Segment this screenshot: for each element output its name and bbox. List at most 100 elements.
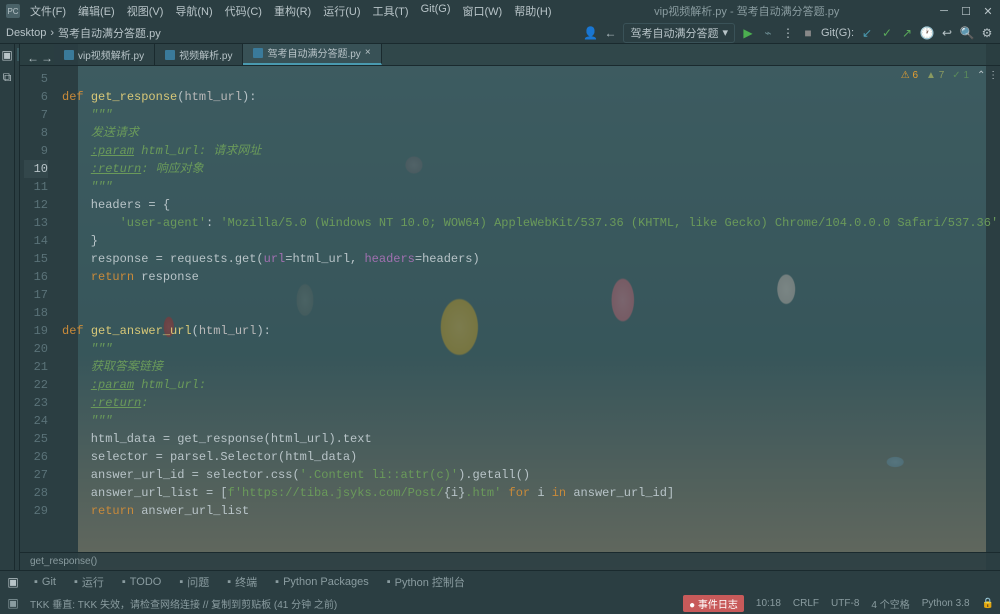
- navigation-toolbar: Desktop › 驾考自动满分答题.py 👤 ← 驾考自动满分答题 ▾ ▶ ⌁…: [0, 22, 1000, 44]
- code-line[interactable]: return response: [62, 268, 998, 286]
- code-line[interactable]: selector = parsel.Selector(html_data): [62, 448, 998, 466]
- line-separator[interactable]: CRLF: [793, 598, 819, 609]
- inspection-menu-icon[interactable]: ⌃ ⋮: [977, 70, 998, 81]
- menu-item[interactable]: 编辑(E): [74, 1, 119, 21]
- minimize-button[interactable]: ─: [938, 5, 950, 17]
- git-label: Git(G):: [821, 27, 854, 39]
- close-tab-icon[interactable]: ×: [365, 47, 371, 58]
- code-editor[interactable]: 5678910111213141516171819202122232425262…: [20, 66, 1000, 552]
- code-line[interactable]: return answer_url_list: [62, 502, 998, 520]
- chevron-right-icon: ›: [50, 27, 54, 39]
- bottom-tool-tabs: ▣ ▪Git▪运行▪TODO▪问题▪终端▪Python Packages▪Pyt…: [0, 570, 1000, 592]
- code-line[interactable]: html_data = get_response(html_url).text: [62, 430, 998, 448]
- code-line[interactable]: [62, 70, 998, 88]
- bottom-tool-tab[interactable]: ▪TODO: [118, 574, 165, 590]
- user-icon[interactable]: 👤: [583, 26, 597, 40]
- structure-tool-icon[interactable]: ⧉: [0, 70, 14, 84]
- editor-breadcrumb[interactable]: get_response(): [20, 552, 1000, 570]
- run-more-icon[interactable]: ⋮: [781, 26, 795, 40]
- code-line[interactable]: 'user-agent': 'Mozilla/5.0 (Windows NT 1…: [62, 214, 998, 232]
- code-line[interactable]: """: [62, 106, 998, 124]
- code-line[interactable]: def get_answer_url(html_url):: [62, 322, 998, 340]
- line-gutter[interactable]: 5678910111213141516171819202122232425262…: [20, 66, 56, 552]
- git-history-icon[interactable]: 🕐: [920, 26, 934, 40]
- bottom-tool-tab[interactable]: ▪运行: [70, 572, 108, 592]
- project-tool-icon[interactable]: ▣: [0, 48, 14, 62]
- code-line[interactable]: """: [62, 340, 998, 358]
- python-file-icon: [253, 48, 263, 58]
- run-button[interactable]: ▶: [741, 26, 755, 40]
- code-line[interactable]: [62, 286, 998, 304]
- lock-icon[interactable]: 🔒: [982, 598, 994, 609]
- editor-tab[interactable]: 视频解析.py: [155, 44, 243, 65]
- status-message: TKK 垂直: TKK 失效，请检查网络连接 // 复制到剪贴板 (41 分钟 …: [30, 596, 337, 611]
- code-line[interactable]: answer_url_id = selector.css('.Content l…: [62, 466, 998, 484]
- menu-item[interactable]: 重构(R): [270, 1, 315, 21]
- git-push-icon[interactable]: ↗: [900, 26, 914, 40]
- code-line[interactable]: :return:: [62, 394, 998, 412]
- tool-label: Python Packages: [283, 576, 369, 588]
- git-update-icon[interactable]: ↙: [860, 26, 874, 40]
- menu-item[interactable]: 工具(T): [369, 1, 413, 21]
- rollback-icon[interactable]: ↩: [940, 26, 954, 40]
- code-area[interactable]: def get_response(html_url): """ 发送请求 :pa…: [56, 66, 1000, 552]
- maximize-button[interactable]: ☐: [960, 5, 972, 17]
- code-line[interactable]: def get_response(html_url):: [62, 88, 998, 106]
- git-commit-icon[interactable]: ✓: [880, 26, 894, 40]
- bottom-tool-tab[interactable]: ▪Git: [30, 574, 60, 590]
- warnings-count[interactable]: ⚠ 6: [901, 70, 918, 81]
- code-line[interactable]: response = requests.get(url=html_url, he…: [62, 250, 998, 268]
- menu-item[interactable]: 视图(V): [123, 1, 168, 21]
- python-interpreter[interactable]: Python 3.8: [922, 598, 970, 609]
- indent-setting[interactable]: 4 个空格: [871, 596, 909, 611]
- nav-fwd-icon[interactable]: →: [40, 51, 54, 65]
- stop-button[interactable]: ■: [801, 26, 815, 40]
- back-icon[interactable]: ←: [603, 26, 617, 40]
- bottom-tool-tab[interactable]: ▪Python Packages: [271, 574, 373, 590]
- nav-back-icon[interactable]: ←: [26, 51, 40, 65]
- menu-item[interactable]: 运行(U): [319, 1, 364, 21]
- menu-item[interactable]: 文件(F): [26, 1, 70, 21]
- editor-tab[interactable]: 驾考自动满分答题.py ×: [243, 42, 381, 65]
- file-encoding[interactable]: UTF-8: [831, 598, 859, 609]
- python-file-icon: [165, 50, 175, 60]
- python-file-icon: [64, 50, 74, 60]
- tool-icon: ▪: [34, 576, 38, 588]
- tool-window-icon[interactable]: ▣: [6, 575, 20, 589]
- caret-position[interactable]: 10:18: [756, 598, 781, 609]
- search-icon[interactable]: 🔍: [960, 26, 974, 40]
- settings-icon[interactable]: ⚙: [980, 26, 994, 40]
- code-line[interactable]: 获取答案链接: [62, 358, 998, 376]
- code-line[interactable]: :param html_url:: [62, 376, 998, 394]
- bottom-tool-tab[interactable]: ▪Python 控制台: [383, 572, 469, 592]
- code-line[interactable]: answer_url_list = [f'https://tiba.jsyks.…: [62, 484, 998, 502]
- code-line[interactable]: """: [62, 412, 998, 430]
- tab-label: 视频解析.py: [179, 47, 232, 62]
- editor-tab[interactable]: vip视频解析.py: [54, 44, 155, 65]
- typos-count[interactable]: ✓ 1: [952, 70, 969, 81]
- code-line[interactable]: }: [62, 232, 998, 250]
- weak-warnings-count[interactable]: ▲ 7: [926, 70, 944, 81]
- menu-item[interactable]: 导航(N): [171, 1, 216, 21]
- code-line[interactable]: """: [62, 178, 998, 196]
- event-log-button[interactable]: ● 事件日志: [683, 595, 744, 612]
- menu-item[interactable]: 帮助(H): [510, 1, 555, 21]
- code-line[interactable]: headers = {: [62, 196, 998, 214]
- menu-item[interactable]: 窗口(W): [459, 1, 507, 21]
- code-line[interactable]: :return: 响应对象: [62, 160, 998, 178]
- breadcrumb-item[interactable]: 驾考自动满分答题.py: [58, 25, 161, 41]
- code-line[interactable]: :param html_url: 请求网址: [62, 142, 998, 160]
- menu-item[interactable]: Git(G): [417, 1, 455, 21]
- inspection-indicators[interactable]: ⚠ 6 ▲ 7 ✓ 1 ⌃ ⋮: [901, 70, 998, 81]
- bottom-tool-tab[interactable]: ▪终端: [223, 572, 261, 592]
- code-line[interactable]: [62, 304, 998, 322]
- close-button[interactable]: ✕: [982, 5, 994, 17]
- debug-button[interactable]: ⌁: [761, 26, 775, 40]
- titlebar: PC 文件(F)编辑(E)视图(V)导航(N)代码(C)重构(R)运行(U)工具…: [0, 0, 1000, 22]
- bottom-tool-tab[interactable]: ▪问题: [175, 572, 213, 592]
- status-tool-icon[interactable]: ▣: [6, 596, 20, 610]
- code-line[interactable]: 发送请求: [62, 124, 998, 142]
- menu-item[interactable]: 代码(C): [221, 1, 266, 21]
- run-config-selector[interactable]: 驾考自动满分答题 ▾: [623, 23, 735, 43]
- breadcrumb-item[interactable]: Desktop: [6, 27, 46, 39]
